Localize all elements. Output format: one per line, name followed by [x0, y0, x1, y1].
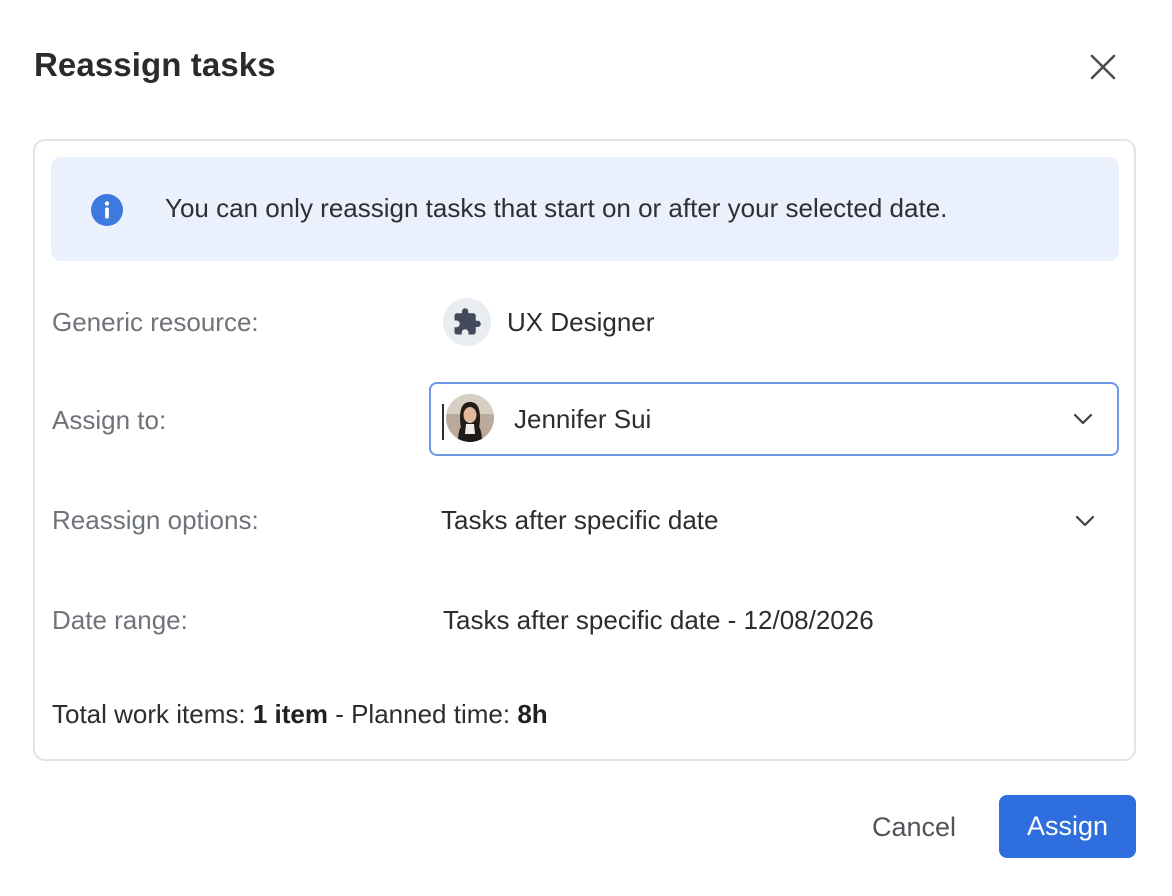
info-message: You can only reassign tasks that start o… [165, 193, 948, 223]
planned-time-value: 8h [517, 699, 548, 729]
reassign-tasks-dialog: Reassign tasks You can only reassign tas… [0, 0, 1172, 896]
reassign-options-label: Reassign options: [52, 505, 259, 535]
generic-resource-label: Generic resource: [52, 307, 259, 337]
date-range-value: Tasks after specific date - 12/08/2026 [443, 605, 874, 635]
info-icon [91, 194, 123, 226]
reassign-options-select[interactable]: Tasks after specific date [429, 491, 1119, 551]
info-banner: You can only reassign tasks that start o… [51, 157, 1119, 261]
avatar [446, 394, 494, 442]
text-cursor [442, 404, 444, 440]
close-icon [1090, 54, 1116, 80]
work-items-value: 1 item [252, 699, 328, 729]
totals-summary: Total work items: 1 item - Planned time:… [52, 699, 548, 730]
details-panel: You can only reassign tasks that start o… [33, 139, 1136, 761]
totals-separator: - [327, 699, 352, 729]
dialog-title: Reassign tasks [34, 46, 276, 83]
assign-to-select[interactable]: Jennifer Sui [429, 382, 1119, 456]
planned-time-label: Planned time: [351, 699, 518, 729]
puzzle-piece-icon [443, 298, 491, 346]
assign-button[interactable]: Assign [999, 795, 1136, 858]
generic-resource-value: UX Designer [507, 307, 655, 337]
assign-to-label: Assign to: [52, 405, 167, 435]
assign-to-value: Jennifer Sui [514, 404, 652, 434]
close-button[interactable] [1082, 46, 1124, 88]
chevron-down-icon [1073, 413, 1093, 425]
chevron-down-icon [1075, 515, 1095, 527]
work-items-label: Total work items: [52, 699, 253, 729]
cancel-button[interactable]: Cancel [852, 796, 976, 858]
reassign-options-value: Tasks after specific date [441, 505, 719, 535]
date-range-label: Date range: [52, 605, 188, 635]
